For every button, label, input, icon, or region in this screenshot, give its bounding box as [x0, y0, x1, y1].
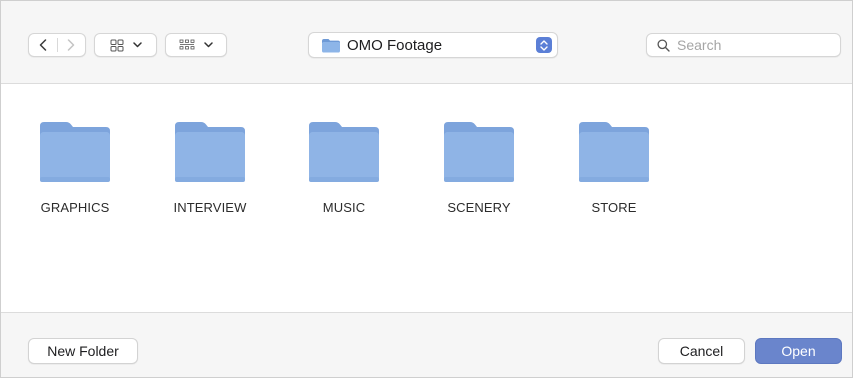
location-popup[interactable]: OMO Footage — [308, 32, 558, 58]
location-label: OMO Footage — [347, 36, 443, 54]
folder-label: INTERVIEW — [173, 200, 247, 215]
navigation-buttons — [28, 33, 86, 57]
group-by-menu[interactable] — [165, 33, 227, 57]
location-stepper[interactable] — [536, 37, 552, 53]
folder-label: GRAPHICS — [40, 200, 110, 215]
folder-item[interactable]: STORE — [559, 121, 669, 215]
folder-item[interactable]: GRAPHICS — [20, 121, 130, 215]
dialog-footer: New Folder Cancel Open — [1, 312, 852, 377]
cancel-button[interactable]: Cancel — [658, 338, 745, 364]
search-placeholder: Search — [677, 37, 722, 53]
search-field[interactable]: Search — [646, 33, 841, 57]
open-file-dialog: OMO Footage Search GRAPHICS INTERVIEW MU… — [0, 0, 853, 378]
folder-icon — [579, 122, 649, 182]
back-button[interactable] — [29, 34, 57, 56]
file-browser: GRAPHICS INTERVIEW MUSIC SCENERY STORE — [1, 84, 852, 312]
folder-icon — [309, 122, 379, 182]
chevron-down-icon — [204, 42, 213, 48]
folder-label: STORE — [591, 200, 637, 215]
toolbar: OMO Footage Search — [1, 1, 852, 84]
folder-label: MUSIC — [322, 200, 366, 215]
open-button[interactable]: Open — [755, 338, 842, 364]
icon-grid-icon — [110, 39, 123, 51]
folder-item[interactable]: INTERVIEW — [155, 121, 265, 215]
folder-icon — [444, 122, 514, 182]
folder-icon — [175, 122, 245, 182]
view-mode-menu[interactable] — [94, 33, 157, 57]
group-grid-icon — [179, 39, 195, 49]
folder-item[interactable]: MUSIC — [289, 121, 399, 215]
folder-label: SCENERY — [447, 200, 511, 215]
chevron-down-icon — [132, 42, 142, 48]
chevron-left-icon — [39, 39, 47, 51]
forward-button[interactable] — [57, 34, 85, 56]
chevron-right-icon — [68, 39, 75, 51]
folder-icon — [322, 38, 340, 52]
up-down-chevron-icon — [540, 39, 548, 51]
folder-item[interactable]: SCENERY — [424, 121, 534, 215]
magnifier-icon — [657, 38, 670, 52]
folder-icon — [40, 122, 110, 182]
new-folder-button[interactable]: New Folder — [28, 338, 138, 364]
